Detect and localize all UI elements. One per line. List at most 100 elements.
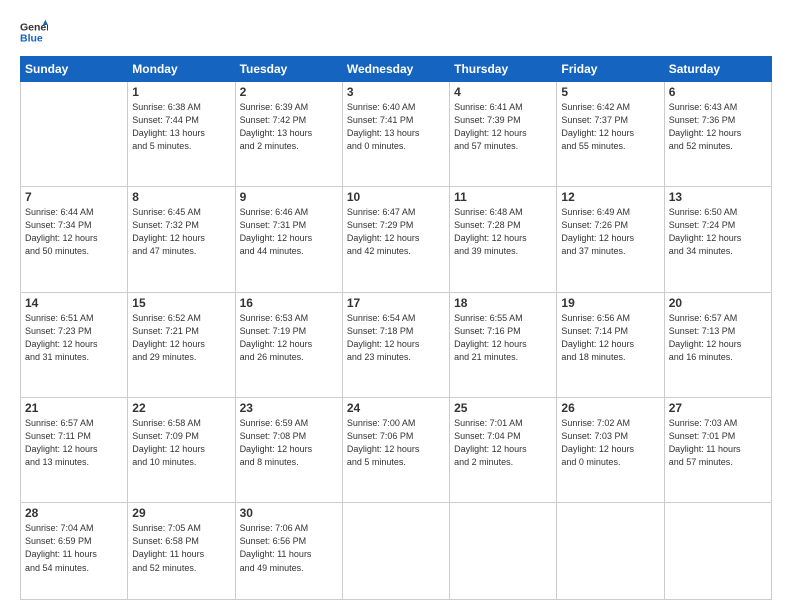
day-info: Sunrise: 6:52 AM Sunset: 7:21 PM Dayligh… bbox=[132, 312, 230, 364]
day-cell bbox=[342, 503, 449, 600]
day-cell: 28Sunrise: 7:04 AM Sunset: 6:59 PM Dayli… bbox=[21, 503, 128, 600]
week-row-3: 14 Sunrise: 6:51 AM Sunset: 7:23 PM Dayli… bbox=[21, 292, 772, 397]
day-number: 13 bbox=[669, 190, 767, 204]
day-info: Sunrise: 7:00 AM Sunset: 7:06 PM Dayligh… bbox=[347, 417, 445, 469]
day-number: 22 bbox=[132, 401, 230, 415]
day-info: Sunrise: 6:55 AM Sunset: 7:16 PM Dayligh… bbox=[454, 312, 552, 364]
day-number: 4 bbox=[454, 85, 552, 99]
day-cell: 6Sunrise: 6:43 AM Sunset: 7:36 PM Daylig… bbox=[664, 82, 771, 187]
day-info: Sunrise: 6:57 AM Sunset: 7:11 PM Dayligh… bbox=[25, 417, 123, 469]
day-cell: 3 Sunrise: 6:40 AM Sunset: 7:41 PM Daylig… bbox=[342, 82, 449, 187]
calendar-table: SundayMondayTuesdayWednesdayThursdayFrid… bbox=[20, 56, 772, 600]
week-row-1: 1 Sunrise: 6:38 AM Sunset: 7:44 PM Daylig… bbox=[21, 82, 772, 187]
day-number: 10 bbox=[347, 190, 445, 204]
day-cell: 20 Sunrise: 6:57 AM Sunset: 7:13 PM Dayli… bbox=[664, 292, 771, 397]
day-cell: 22Sunrise: 6:58 AM Sunset: 7:09 PM Dayli… bbox=[128, 398, 235, 503]
day-cell: 2 Sunrise: 6:39 AM Sunset: 7:42 PM Daylig… bbox=[235, 82, 342, 187]
day-info: Sunrise: 7:06 AM Sunset: 6:56 PM Dayligh… bbox=[240, 522, 338, 574]
weekday-header-monday: Monday bbox=[128, 57, 235, 82]
weekday-header-sunday: Sunday bbox=[21, 57, 128, 82]
day-number: 17 bbox=[347, 296, 445, 310]
week-row-4: 21Sunrise: 6:57 AM Sunset: 7:11 PM Dayli… bbox=[21, 398, 772, 503]
weekday-header-saturday: Saturday bbox=[664, 57, 771, 82]
day-cell: 12Sunrise: 6:49 AM Sunset: 7:26 PM Dayli… bbox=[557, 187, 664, 292]
day-cell: 23 Sunrise: 6:59 AM Sunset: 7:08 PM Dayli… bbox=[235, 398, 342, 503]
page: General Blue SundayMondayTuesdayWednesda… bbox=[0, 0, 792, 612]
day-number: 14 bbox=[25, 296, 123, 310]
weekday-header-wednesday: Wednesday bbox=[342, 57, 449, 82]
day-number: 29 bbox=[132, 506, 230, 520]
day-number: 9 bbox=[240, 190, 338, 204]
day-info: Sunrise: 6:44 AM Sunset: 7:34 PM Dayligh… bbox=[25, 206, 123, 258]
day-cell: 13 Sunrise: 6:50 AM Sunset: 7:24 PM Dayli… bbox=[664, 187, 771, 292]
week-row-2: 7 Sunrise: 6:44 AM Sunset: 7:34 PM Daylig… bbox=[21, 187, 772, 292]
day-number: 3 bbox=[347, 85, 445, 99]
day-cell: 5 Sunrise: 6:42 AM Sunset: 7:37 PM Daylig… bbox=[557, 82, 664, 187]
day-cell: 4 Sunrise: 6:41 AM Sunset: 7:39 PM Daylig… bbox=[450, 82, 557, 187]
day-number: 19 bbox=[561, 296, 659, 310]
day-number: 2 bbox=[240, 85, 338, 99]
day-number: 24 bbox=[347, 401, 445, 415]
day-info: Sunrise: 6:53 AM Sunset: 7:19 PM Dayligh… bbox=[240, 312, 338, 364]
header: General Blue bbox=[20, 18, 772, 46]
day-info: Sunrise: 6:39 AM Sunset: 7:42 PM Dayligh… bbox=[240, 101, 338, 153]
day-info: Sunrise: 6:57 AM Sunset: 7:13 PM Dayligh… bbox=[669, 312, 767, 364]
day-number: 11 bbox=[454, 190, 552, 204]
day-info: Sunrise: 6:59 AM Sunset: 7:08 PM Dayligh… bbox=[240, 417, 338, 469]
day-cell bbox=[450, 503, 557, 600]
day-info: Sunrise: 6:54 AM Sunset: 7:18 PM Dayligh… bbox=[347, 312, 445, 364]
day-number: 1 bbox=[132, 85, 230, 99]
day-cell: 25 Sunrise: 7:01 AM Sunset: 7:04 PM Dayli… bbox=[450, 398, 557, 503]
day-number: 18 bbox=[454, 296, 552, 310]
week-row-5: 28Sunrise: 7:04 AM Sunset: 6:59 PM Dayli… bbox=[21, 503, 772, 600]
day-cell: 1 Sunrise: 6:38 AM Sunset: 7:44 PM Daylig… bbox=[128, 82, 235, 187]
day-cell: 11 Sunrise: 6:48 AM Sunset: 7:28 PM Dayli… bbox=[450, 187, 557, 292]
weekday-header-row: SundayMondayTuesdayWednesdayThursdayFrid… bbox=[21, 57, 772, 82]
day-info: Sunrise: 7:01 AM Sunset: 7:04 PM Dayligh… bbox=[454, 417, 552, 469]
day-cell: 8Sunrise: 6:45 AM Sunset: 7:32 PM Daylig… bbox=[128, 187, 235, 292]
day-info: Sunrise: 7:03 AM Sunset: 7:01 PM Dayligh… bbox=[669, 417, 767, 469]
day-number: 23 bbox=[240, 401, 338, 415]
day-info: Sunrise: 6:40 AM Sunset: 7:41 PM Dayligh… bbox=[347, 101, 445, 153]
day-cell: 26 Sunrise: 7:02 AM Sunset: 7:03 PM Dayli… bbox=[557, 398, 664, 503]
day-cell bbox=[557, 503, 664, 600]
day-info: Sunrise: 6:50 AM Sunset: 7:24 PM Dayligh… bbox=[669, 206, 767, 258]
day-number: 20 bbox=[669, 296, 767, 310]
day-number: 15 bbox=[132, 296, 230, 310]
day-cell: 29Sunrise: 7:05 AM Sunset: 6:58 PM Dayli… bbox=[128, 503, 235, 600]
day-number: 28 bbox=[25, 506, 123, 520]
day-info: Sunrise: 6:38 AM Sunset: 7:44 PM Dayligh… bbox=[132, 101, 230, 153]
day-number: 26 bbox=[561, 401, 659, 415]
day-cell: 16 Sunrise: 6:53 AM Sunset: 7:19 PM Dayli… bbox=[235, 292, 342, 397]
day-cell: 7 Sunrise: 6:44 AM Sunset: 7:34 PM Daylig… bbox=[21, 187, 128, 292]
day-cell bbox=[21, 82, 128, 187]
day-cell: 15 Sunrise: 6:52 AM Sunset: 7:21 PM Dayli… bbox=[128, 292, 235, 397]
weekday-header-friday: Friday bbox=[557, 57, 664, 82]
day-cell: 30 Sunrise: 7:06 AM Sunset: 6:56 PM Dayli… bbox=[235, 503, 342, 600]
day-number: 27 bbox=[669, 401, 767, 415]
day-cell: 19Sunrise: 6:56 AM Sunset: 7:14 PM Dayli… bbox=[557, 292, 664, 397]
day-cell: 27 Sunrise: 7:03 AM Sunset: 7:01 PM Dayli… bbox=[664, 398, 771, 503]
day-info: Sunrise: 6:43 AM Sunset: 7:36 PM Dayligh… bbox=[669, 101, 767, 153]
weekday-header-tuesday: Tuesday bbox=[235, 57, 342, 82]
day-number: 30 bbox=[240, 506, 338, 520]
day-info: Sunrise: 6:51 AM Sunset: 7:23 PM Dayligh… bbox=[25, 312, 123, 364]
day-number: 7 bbox=[25, 190, 123, 204]
weekday-header-thursday: Thursday bbox=[450, 57, 557, 82]
day-info: Sunrise: 6:47 AM Sunset: 7:29 PM Dayligh… bbox=[347, 206, 445, 258]
day-cell: 14 Sunrise: 6:51 AM Sunset: 7:23 PM Dayli… bbox=[21, 292, 128, 397]
day-number: 25 bbox=[454, 401, 552, 415]
day-cell: 21Sunrise: 6:57 AM Sunset: 7:11 PM Dayli… bbox=[21, 398, 128, 503]
day-cell: 17 Sunrise: 6:54 AM Sunset: 7:18 PM Dayli… bbox=[342, 292, 449, 397]
day-number: 5 bbox=[561, 85, 659, 99]
day-number: 16 bbox=[240, 296, 338, 310]
day-number: 12 bbox=[561, 190, 659, 204]
day-cell bbox=[664, 503, 771, 600]
day-info: Sunrise: 6:41 AM Sunset: 7:39 PM Dayligh… bbox=[454, 101, 552, 153]
day-info: Sunrise: 6:42 AM Sunset: 7:37 PM Dayligh… bbox=[561, 101, 659, 153]
day-info: Sunrise: 7:02 AM Sunset: 7:03 PM Dayligh… bbox=[561, 417, 659, 469]
day-number: 8 bbox=[132, 190, 230, 204]
day-info: Sunrise: 6:48 AM Sunset: 7:28 PM Dayligh… bbox=[454, 206, 552, 258]
logo: General Blue bbox=[20, 18, 48, 46]
svg-text:Blue: Blue bbox=[20, 33, 43, 45]
